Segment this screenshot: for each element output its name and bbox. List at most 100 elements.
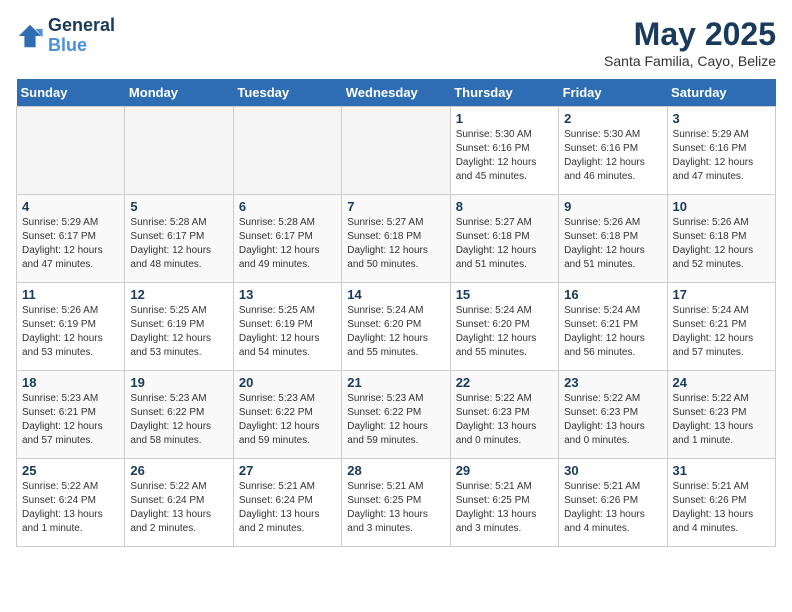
logo: General Blue xyxy=(16,16,115,56)
calendar-week-1: 1Sunrise: 5:30 AM Sunset: 6:16 PM Daylig… xyxy=(17,107,776,195)
day-number: 12 xyxy=(130,287,227,302)
cell-info: Sunrise: 5:26 AM Sunset: 6:18 PM Dayligh… xyxy=(673,216,770,272)
calendar-cell: 27 Sunrise: 5:21 AM Sunset: 6:24 PM Dayli… xyxy=(233,459,341,547)
calendar-cell xyxy=(342,107,450,195)
day-number: 11 xyxy=(22,287,119,302)
cell-info: Sunrise: 5:25 AM Sunset: 6:19 PM Dayligh… xyxy=(239,304,336,360)
day-number: 18 xyxy=(22,375,119,390)
calendar-cell: 24 Sunrise: 5:22 AM Sunset: 6:23 PM Dayli… xyxy=(667,371,775,459)
day-number: 3 xyxy=(673,111,770,126)
calendar-cell: 4 Sunrise: 5:29 AM Sunset: 6:17 PM Daylig… xyxy=(17,195,125,283)
cell-info: Sunrise: 5:24 AM Sunset: 6:21 PM Dayligh… xyxy=(673,304,770,360)
day-number: 13 xyxy=(239,287,336,302)
calendar-cell xyxy=(17,107,125,195)
day-number: 31 xyxy=(673,463,770,478)
calendar-cell: 28 Sunrise: 5:21 AM Sunset: 6:25 PM Dayli… xyxy=(342,459,450,547)
day-header-saturday: Saturday xyxy=(667,79,775,107)
cell-info: Sunrise: 5:22 AM Sunset: 6:24 PM Dayligh… xyxy=(130,480,227,536)
day-number: 29 xyxy=(456,463,553,478)
calendar-cell: 31Sunrise: 5:21 AM Sunset: 6:26 PM Dayli… xyxy=(667,459,775,547)
day-number: 6 xyxy=(239,199,336,214)
calendar-cell: 15 Sunrise: 5:24 AM Sunset: 6:20 PM Dayli… xyxy=(450,283,558,371)
logo-line2: Blue xyxy=(48,36,115,56)
cell-info: Sunrise: 5:22 AM Sunset: 6:23 PM Dayligh… xyxy=(456,392,553,448)
cell-info: Sunrise: 5:24 AM Sunset: 6:20 PM Dayligh… xyxy=(456,304,553,360)
calendar-cell: 9 Sunrise: 5:26 AM Sunset: 6:18 PM Daylig… xyxy=(559,195,667,283)
cell-info: Sunrise: 5:27 AM Sunset: 6:18 PM Dayligh… xyxy=(347,216,444,272)
day-number: 23 xyxy=(564,375,661,390)
cell-info: Sunrise: 5:28 AM Sunset: 6:17 PM Dayligh… xyxy=(239,216,336,272)
calendar-week-2: 4 Sunrise: 5:29 AM Sunset: 6:17 PM Daylig… xyxy=(17,195,776,283)
day-number: 30 xyxy=(564,463,661,478)
cell-info: Sunrise: 5:24 AM Sunset: 6:21 PM Dayligh… xyxy=(564,304,661,360)
calendar-week-5: 25 Sunrise: 5:22 AM Sunset: 6:24 PM Dayli… xyxy=(17,459,776,547)
calendar-cell: 11 Sunrise: 5:26 AM Sunset: 6:19 PM Dayli… xyxy=(17,283,125,371)
cell-info: Sunrise: 5:29 AM Sunset: 6:16 PM Dayligh… xyxy=(673,128,770,184)
day-number: 10 xyxy=(673,199,770,214)
calendar-cell: 26 Sunrise: 5:22 AM Sunset: 6:24 PM Dayli… xyxy=(125,459,233,547)
calendar-cell: 22 Sunrise: 5:22 AM Sunset: 6:23 PM Dayli… xyxy=(450,371,558,459)
calendar-cell xyxy=(233,107,341,195)
cell-info: Sunrise: 5:29 AM Sunset: 6:17 PM Dayligh… xyxy=(22,216,119,272)
day-header-monday: Monday xyxy=(125,79,233,107)
calendar-cell: 18 Sunrise: 5:23 AM Sunset: 6:21 PM Dayli… xyxy=(17,371,125,459)
cell-info: Sunrise: 5:21 AM Sunset: 6:24 PM Dayligh… xyxy=(239,480,336,536)
cell-info: Sunrise: 5:22 AM Sunset: 6:24 PM Dayligh… xyxy=(22,480,119,536)
day-number: 8 xyxy=(456,199,553,214)
cell-info: Sunrise: 5:26 AM Sunset: 6:18 PM Dayligh… xyxy=(564,216,661,272)
cell-info: Sunrise: 5:25 AM Sunset: 6:19 PM Dayligh… xyxy=(130,304,227,360)
day-number: 28 xyxy=(347,463,444,478)
day-number: 27 xyxy=(239,463,336,478)
cell-info: Sunrise: 5:23 AM Sunset: 6:21 PM Dayligh… xyxy=(22,392,119,448)
calendar-header-row: SundayMondayTuesdayWednesdayThursdayFrid… xyxy=(17,79,776,107)
day-number: 14 xyxy=(347,287,444,302)
day-number: 26 xyxy=(130,463,227,478)
cell-info: Sunrise: 5:21 AM Sunset: 6:25 PM Dayligh… xyxy=(347,480,444,536)
cell-info: Sunrise: 5:24 AM Sunset: 6:20 PM Dayligh… xyxy=(347,304,444,360)
day-header-wednesday: Wednesday xyxy=(342,79,450,107)
day-number: 21 xyxy=(347,375,444,390)
day-number: 4 xyxy=(22,199,119,214)
calendar-table: SundayMondayTuesdayWednesdayThursdayFrid… xyxy=(16,79,776,547)
cell-info: Sunrise: 5:22 AM Sunset: 6:23 PM Dayligh… xyxy=(564,392,661,448)
day-number: 20 xyxy=(239,375,336,390)
day-header-tuesday: Tuesday xyxy=(233,79,341,107)
cell-info: Sunrise: 5:27 AM Sunset: 6:18 PM Dayligh… xyxy=(456,216,553,272)
day-number: 19 xyxy=(130,375,227,390)
calendar-body: 1Sunrise: 5:30 AM Sunset: 6:16 PM Daylig… xyxy=(17,107,776,547)
cell-info: Sunrise: 5:21 AM Sunset: 6:25 PM Dayligh… xyxy=(456,480,553,536)
calendar-cell: 29 Sunrise: 5:21 AM Sunset: 6:25 PM Dayli… xyxy=(450,459,558,547)
calendar-cell: 21Sunrise: 5:23 AM Sunset: 6:22 PM Dayli… xyxy=(342,371,450,459)
calendar-cell: 20 Sunrise: 5:23 AM Sunset: 6:22 PM Dayli… xyxy=(233,371,341,459)
day-number: 25 xyxy=(22,463,119,478)
day-number: 17 xyxy=(673,287,770,302)
logo-icon xyxy=(16,22,44,50)
day-number: 24 xyxy=(673,375,770,390)
cell-info: Sunrise: 5:26 AM Sunset: 6:19 PM Dayligh… xyxy=(22,304,119,360)
title-block: May 2025 Santa Familia, Cayo, Belize xyxy=(604,16,776,69)
calendar-cell: 6 Sunrise: 5:28 AM Sunset: 6:17 PM Daylig… xyxy=(233,195,341,283)
day-number: 5 xyxy=(130,199,227,214)
cell-info: Sunrise: 5:23 AM Sunset: 6:22 PM Dayligh… xyxy=(239,392,336,448)
cell-info: Sunrise: 5:23 AM Sunset: 6:22 PM Dayligh… xyxy=(130,392,227,448)
calendar-cell: 3 Sunrise: 5:29 AM Sunset: 6:16 PM Daylig… xyxy=(667,107,775,195)
location: Santa Familia, Cayo, Belize xyxy=(604,53,776,69)
calendar-cell xyxy=(125,107,233,195)
day-number: 9 xyxy=(564,199,661,214)
logo-line1: General xyxy=(48,16,115,36)
calendar-cell: 23 Sunrise: 5:22 AM Sunset: 6:23 PM Dayli… xyxy=(559,371,667,459)
day-number: 2 xyxy=(564,111,661,126)
calendar-cell: 12 Sunrise: 5:25 AM Sunset: 6:19 PM Dayli… xyxy=(125,283,233,371)
calendar-cell: 1Sunrise: 5:30 AM Sunset: 6:16 PM Daylig… xyxy=(450,107,558,195)
cell-info: Sunrise: 5:22 AM Sunset: 6:23 PM Dayligh… xyxy=(673,392,770,448)
day-number: 7 xyxy=(347,199,444,214)
calendar-cell: 7 Sunrise: 5:27 AM Sunset: 6:18 PM Daylig… xyxy=(342,195,450,283)
day-number: 22 xyxy=(456,375,553,390)
day-number: 15 xyxy=(456,287,553,302)
calendar-week-4: 18 Sunrise: 5:23 AM Sunset: 6:21 PM Dayli… xyxy=(17,371,776,459)
calendar-cell: 19 Sunrise: 5:23 AM Sunset: 6:22 PM Dayli… xyxy=(125,371,233,459)
cell-info: Sunrise: 5:30 AM Sunset: 6:16 PM Dayligh… xyxy=(456,128,553,184)
calendar-cell: 2Sunrise: 5:30 AM Sunset: 6:16 PM Daylig… xyxy=(559,107,667,195)
month-title: May 2025 xyxy=(604,16,776,53)
calendar-cell: 30Sunrise: 5:21 AM Sunset: 6:26 PM Dayli… xyxy=(559,459,667,547)
